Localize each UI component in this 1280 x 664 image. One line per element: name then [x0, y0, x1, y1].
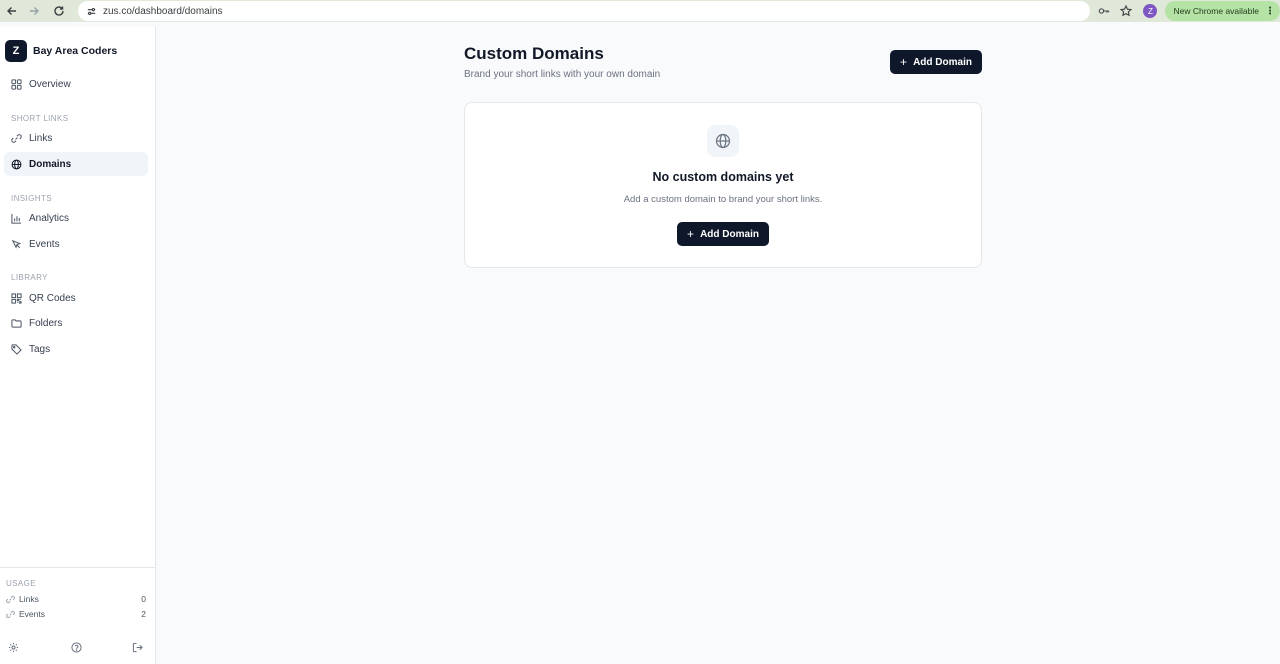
- section-label-short-links: SHORT LINKS: [11, 114, 69, 123]
- sidebar-item-folders[interactable]: Folders: [4, 311, 148, 335]
- sidebar-footer: [0, 639, 155, 655]
- grid-icon: [10, 78, 22, 90]
- globe-icon: [707, 125, 739, 157]
- sidebar-item-qr-codes[interactable]: QR Codes: [4, 286, 148, 310]
- usage-count: 0: [141, 594, 146, 604]
- cursor-click-icon: [10, 238, 22, 250]
- page-subtitle: Brand your short links with your own dom…: [464, 69, 661, 80]
- browser-toolbar: zus.co/dashboard/domains Z New Chrome av…: [0, 0, 1280, 22]
- empty-add-domain-button[interactable]: + Add Domain: [677, 222, 769, 246]
- link-icon: [6, 595, 15, 604]
- brand-logo: Z: [5, 40, 27, 62]
- settings-icon[interactable]: [5, 639, 21, 655]
- workspace-switcher[interactable]: Z Bay Area Coders: [5, 40, 117, 62]
- sidebar-item-events[interactable]: Events: [4, 232, 148, 256]
- folder-icon: [10, 317, 22, 329]
- site-info-icon[interactable]: [84, 4, 98, 18]
- address-bar[interactable]: zus.co/dashboard/domains: [78, 1, 1090, 21]
- forward-icon[interactable]: [23, 0, 45, 22]
- sidebar-divider: [0, 567, 155, 568]
- sidebar-item-tags[interactable]: Tags: [4, 337, 148, 361]
- password-key-icon[interactable]: [1093, 0, 1115, 22]
- sidebar-item-label: Tags: [29, 343, 51, 355]
- more-vert-icon[interactable]: ⋮: [1265, 6, 1275, 17]
- sidebar-item-label: Overview: [29, 78, 71, 90]
- reload-icon[interactable]: [48, 0, 70, 22]
- sidebar-item-analytics[interactable]: Analytics: [4, 206, 148, 230]
- bar-chart-icon: [10, 212, 22, 224]
- plus-icon: +: [687, 227, 695, 241]
- tag-icon: [10, 343, 22, 355]
- help-icon[interactable]: [68, 639, 84, 655]
- chrome-update-button[interactable]: New Chrome available ⋮: [1165, 1, 1280, 21]
- update-label: New Chrome available: [1173, 6, 1259, 16]
- empty-state-card: No custom domains yet Add a custom domai…: [464, 102, 982, 268]
- section-label-usage: USAGE: [6, 579, 37, 588]
- usage-label: Events: [19, 609, 45, 619]
- usage-row-events: Events 2: [6, 608, 146, 620]
- logout-icon[interactable]: [129, 639, 145, 655]
- sidebar-item-label: Links: [29, 132, 53, 144]
- page-title: Custom Domains: [464, 44, 604, 63]
- bookmark-star-icon[interactable]: [1115, 0, 1137, 22]
- profile-avatar[interactable]: Z: [1143, 4, 1158, 18]
- sidebar-item-domains[interactable]: Domains: [4, 152, 148, 176]
- sidebar: Z Bay Area Coders Overview SHORT LINKS L…: [0, 27, 156, 664]
- usage-label: Links: [19, 594, 39, 604]
- link-icon: [10, 132, 22, 144]
- sidebar-item-label: Folders: [29, 317, 63, 329]
- usage-count: 2: [141, 609, 146, 619]
- workspace-name: Bay Area Coders: [33, 45, 118, 57]
- plus-icon: +: [900, 55, 908, 69]
- globe-icon: [10, 158, 22, 170]
- button-label: Add Domain: [700, 228, 759, 240]
- button-label: Add Domain: [913, 56, 972, 68]
- sidebar-item-label: Domains: [29, 158, 72, 170]
- link-icon: [6, 610, 15, 619]
- sidebar-item-label: Events: [29, 238, 60, 250]
- url-text: zus.co/dashboard/domains: [103, 5, 223, 17]
- section-label-insights: INSIGHTS: [11, 194, 52, 203]
- empty-state-text: Add a custom domain to brand your short …: [623, 194, 823, 205]
- back-icon[interactable]: [1, 0, 23, 22]
- section-label-library: LIBRARY: [11, 273, 48, 282]
- qr-code-icon: [10, 292, 22, 304]
- sidebar-item-links[interactable]: Links: [4, 126, 148, 150]
- usage-row-links: Links 0: [6, 593, 146, 605]
- sidebar-item-label: QR Codes: [29, 292, 76, 304]
- sidebar-item-label: Analytics: [29, 212, 70, 224]
- add-domain-button[interactable]: + Add Domain: [890, 50, 982, 74]
- sidebar-item-overview[interactable]: Overview: [4, 72, 148, 96]
- empty-state-title: No custom domains yet: [652, 170, 794, 184]
